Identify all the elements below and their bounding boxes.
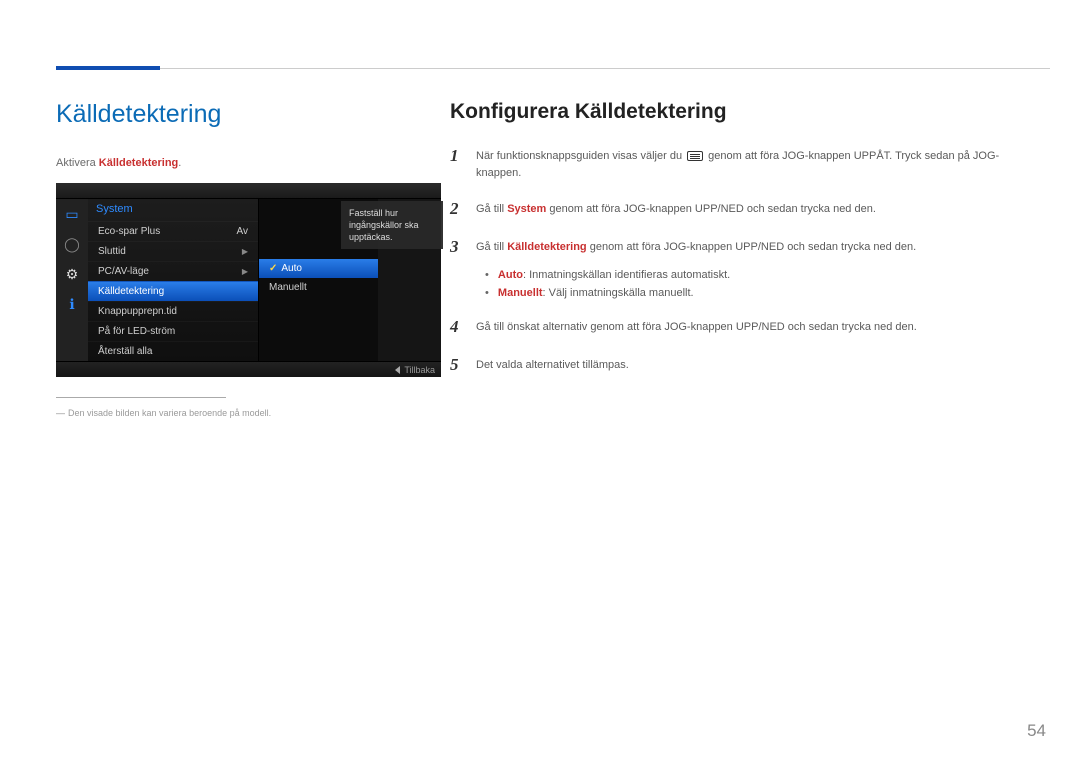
osd-item-label: På för LED-ström	[98, 326, 175, 337]
triangle-left-icon	[395, 366, 400, 374]
header-divider	[56, 68, 1050, 69]
step3-strong: Källdetektering	[507, 241, 586, 253]
display-icon: ▭	[62, 205, 82, 223]
footnote: ―Den visade bilden kan variera beroende …	[56, 408, 444, 418]
osd-menu-header: System	[88, 199, 258, 221]
footnote-divider	[56, 397, 226, 398]
step3-bullets: Auto: Inmatningskällan identifieras auto…	[485, 269, 1030, 299]
step2-post: genom att föra JOG-knappen UPP/NED och s…	[546, 203, 876, 215]
chevron-right-icon: ▶	[242, 267, 248, 276]
osd-screenshot: ▭ ◯ ⚙ ℹ System Eco-spar Plus Av Sluttid …	[56, 183, 441, 377]
sub-post: .	[178, 157, 181, 169]
step-number: 1	[450, 146, 462, 166]
step-body: Det valda alternativet tillämpas.	[476, 355, 629, 374]
step2-pre: Gå till	[476, 203, 507, 215]
step2-strong: System	[507, 203, 546, 215]
bullet-man-text: : Välj inmatningskälla manuellt.	[543, 287, 694, 299]
osd-back-label[interactable]: Tillbaka	[404, 365, 435, 375]
step-body: Gå till önskat alternativ genom att föra…	[476, 317, 917, 336]
sub-pre: Aktivera	[56, 157, 99, 169]
osd-bottombar: Tillbaka	[56, 361, 441, 377]
osd-item-pcav[interactable]: PC/AV-läge ▶	[88, 261, 258, 281]
menu-icon	[687, 151, 703, 161]
osd-item-label: Sluttid	[98, 246, 126, 257]
osd-item-ecospar[interactable]: Eco-spar Plus Av	[88, 221, 258, 241]
footnote-dash: ―	[56, 408, 65, 418]
osd-item-knapp[interactable]: Knappupprepn.tid	[88, 301, 258, 321]
step-number: 5	[450, 355, 462, 375]
footnote-text: Den visade bilden kan variera beroende p…	[68, 408, 271, 418]
bullet-auto-label: Auto	[498, 269, 523, 281]
right-title: Konfigurera Källdetektering	[450, 100, 1030, 124]
osd-item-label: PC/AV-läge	[98, 266, 149, 277]
step1-pre: När funktionsknappsguiden visas väljer d…	[476, 150, 685, 162]
osd-item-value: Av	[237, 226, 249, 237]
step-number: 2	[450, 199, 462, 219]
step-body: Gå till Källdetektering genom att föra J…	[476, 237, 916, 256]
osd-item-kalldetektering[interactable]: Källdetektering	[88, 281, 258, 301]
step-1: 1 När funktionsknappsguiden visas väljer…	[450, 146, 1030, 181]
osd-item-ledstrom[interactable]: På för LED-ström	[88, 321, 258, 341]
osd-item-aterstall[interactable]: Återställ alla	[88, 341, 258, 361]
osd-tooltip: Fastställ hur ingångskällor ska upptäcka…	[341, 201, 443, 249]
step-number: 4	[450, 317, 462, 337]
section-subtext: Aktivera Källdetektering.	[56, 157, 444, 169]
info-icon: ℹ	[62, 295, 82, 313]
osd-icon-column: ▭ ◯ ⚙ ℹ	[56, 199, 88, 361]
sub-strong: Källdetektering	[99, 157, 178, 169]
osd-item-label: Återställ alla	[98, 346, 152, 357]
osd-subitem-auto[interactable]: Auto	[259, 259, 378, 278]
step-3: 3 Gå till Källdetektering genom att föra…	[450, 237, 1030, 257]
bullet-auto-text: : Inmatningskällan identifieras automati…	[523, 269, 730, 281]
osd-item-label: Knappupprepn.tid	[98, 306, 177, 317]
osd-menu-column: System Eco-spar Plus Av Sluttid ▶ PC/AV-…	[88, 199, 258, 361]
osd-subitem-manuellt[interactable]: Manuellt	[259, 278, 378, 297]
osd-topbar	[56, 183, 441, 199]
bullet-manuellt: Manuellt: Välj inmatningskälla manuellt.	[485, 287, 1030, 299]
bullet-man-label: Manuellt	[498, 287, 543, 299]
step-2: 2 Gå till System genom att föra JOG-knap…	[450, 199, 1030, 219]
chevron-right-icon: ▶	[242, 247, 248, 256]
page-number: 54	[1027, 721, 1046, 741]
osd-item-label: Källdetektering	[98, 286, 164, 297]
step-5: 5 Det valda alternativet tillämpas.	[450, 355, 1030, 375]
step3-pre: Gå till	[476, 241, 507, 253]
header-accent-bar	[56, 66, 160, 70]
bullet-auto: Auto: Inmatningskällan identifieras auto…	[485, 269, 1030, 281]
step-body: Gå till System genom att föra JOG-knappe…	[476, 199, 876, 218]
step-number: 3	[450, 237, 462, 257]
gear-icon: ⚙	[62, 265, 82, 283]
target-icon: ◯	[62, 235, 82, 253]
step-body: När funktionsknappsguiden visas väljer d…	[476, 146, 1030, 181]
step-4: 4 Gå till önskat alternativ genom att fö…	[450, 317, 1030, 337]
osd-item-sluttid[interactable]: Sluttid ▶	[88, 241, 258, 261]
section-title: Källdetektering	[56, 100, 444, 129]
step3-post: genom att föra JOG-knappen UPP/NED och s…	[587, 241, 917, 253]
osd-item-label: Eco-spar Plus	[98, 226, 160, 237]
